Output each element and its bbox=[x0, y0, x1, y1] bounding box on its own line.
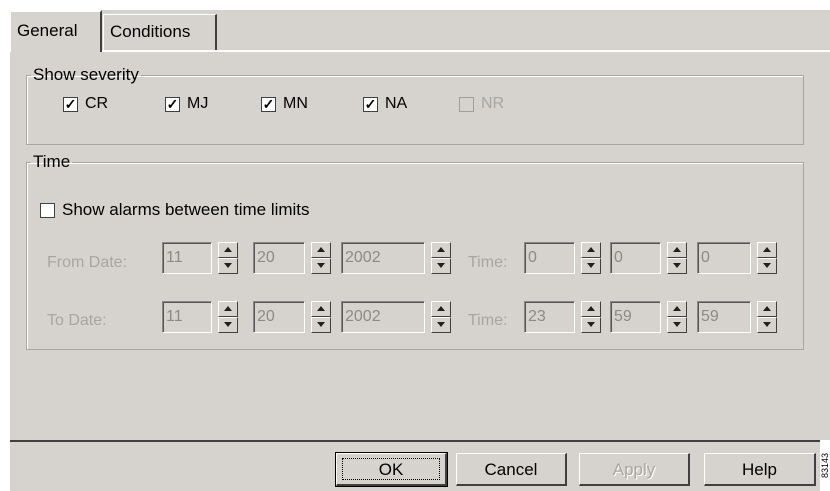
checkbox-unchecked-icon bbox=[459, 96, 474, 112]
from-year-spinner: 2002 bbox=[341, 242, 451, 274]
time-group: Time Show alarms between time limits Fro… bbox=[26, 152, 804, 350]
alarm-filter-dialog: General Conditions Show severity ✓ CR ✓ … bbox=[10, 10, 830, 491]
from-day-spinner: 20 bbox=[253, 242, 331, 274]
general-tab-panel: Show severity ✓ CR ✓ MJ ✓ MN ✓ NA NR Tim… bbox=[10, 50, 830, 440]
spin-arrows-icon[interactable] bbox=[431, 242, 451, 274]
show-alarms-time-limits-checkbox[interactable]: Show alarms between time limits bbox=[40, 200, 310, 220]
severity-mj-label: MJ bbox=[187, 95, 209, 112]
checkbox-checked-icon: ✓ bbox=[261, 95, 276, 112]
spin-arrows-icon[interactable] bbox=[218, 301, 238, 333]
to-second-spinner: 59 bbox=[697, 301, 777, 333]
severity-cr-checkbox[interactable]: ✓ CR bbox=[63, 95, 108, 113]
severity-mn-label: MN bbox=[283, 95, 308, 112]
cancel-button-label: Cancel bbox=[484, 460, 538, 479]
figure-id-mark: 83143 bbox=[820, 440, 830, 491]
spin-arrows-icon[interactable] bbox=[667, 301, 687, 333]
time-title: Time bbox=[33, 152, 71, 171]
show-alarms-time-limits-label: Show alarms between time limits bbox=[62, 200, 310, 219]
to-second-input[interactable]: 59 bbox=[697, 301, 751, 333]
ok-button[interactable]: OK bbox=[335, 452, 448, 487]
spin-arrows-icon[interactable] bbox=[581, 301, 601, 333]
severity-cr-label: CR bbox=[85, 95, 109, 112]
to-hour-input[interactable]: 23 bbox=[524, 301, 575, 333]
focus-ring bbox=[342, 458, 440, 480]
apply-button[interactable]: Apply bbox=[579, 453, 690, 486]
spin-arrows-icon[interactable] bbox=[757, 242, 777, 274]
from-day-input[interactable]: 20 bbox=[253, 242, 305, 274]
severity-na-label: NA bbox=[385, 95, 408, 112]
severity-nr-checkbox[interactable]: NR bbox=[459, 95, 504, 113]
to-year-input[interactable]: 2002 bbox=[341, 301, 425, 333]
severity-mj-checkbox[interactable]: ✓ MJ bbox=[165, 95, 208, 113]
to-minute-spinner: 59 bbox=[610, 301, 687, 333]
severity-na-checkbox[interactable]: ✓ NA bbox=[363, 95, 407, 113]
to-month-input[interactable]: 11 bbox=[162, 301, 212, 333]
spin-arrows-icon[interactable] bbox=[218, 242, 238, 274]
to-day-input[interactable]: 20 bbox=[253, 301, 305, 333]
from-month-input[interactable]: 11 bbox=[162, 242, 212, 274]
checkbox-checked-icon: ✓ bbox=[363, 95, 378, 112]
to-minute-input[interactable]: 59 bbox=[610, 301, 661, 333]
show-severity-title: Show severity bbox=[33, 65, 139, 84]
from-second-input[interactable]: 0 bbox=[697, 242, 751, 274]
spin-arrows-icon[interactable] bbox=[581, 242, 601, 274]
to-hour-spinner: 23 bbox=[524, 301, 601, 333]
dialog-button-bar: OK Cancel Apply Help bbox=[10, 440, 830, 491]
from-year-input[interactable]: 2002 bbox=[341, 242, 425, 274]
to-date-label: To Date: bbox=[47, 312, 107, 329]
from-second-spinner: 0 bbox=[697, 242, 777, 274]
checkbox-checked-icon: ✓ bbox=[165, 95, 180, 112]
tab-general[interactable]: General bbox=[10, 10, 102, 52]
from-hour-spinner: 0 bbox=[524, 242, 601, 274]
help-button[interactable]: Help bbox=[704, 453, 816, 486]
from-minute-spinner: 0 bbox=[610, 242, 687, 274]
spin-arrows-icon[interactable] bbox=[431, 301, 451, 333]
to-time-label: Time: bbox=[468, 312, 508, 329]
from-month-spinner: 11 bbox=[162, 242, 238, 274]
spin-arrows-icon[interactable] bbox=[757, 301, 777, 333]
spin-arrows-icon[interactable] bbox=[667, 242, 687, 274]
to-day-spinner: 20 bbox=[253, 301, 331, 333]
apply-button-label: Apply bbox=[612, 460, 656, 479]
severity-nr-label: NR bbox=[481, 95, 505, 112]
from-time-label: Time: bbox=[468, 254, 508, 271]
spin-arrows-icon[interactable] bbox=[311, 301, 331, 333]
checkbox-unchecked-icon bbox=[40, 202, 55, 218]
cancel-button[interactable]: Cancel bbox=[456, 453, 567, 486]
spin-arrows-icon[interactable] bbox=[311, 242, 331, 274]
from-date-label: From Date: bbox=[47, 254, 128, 271]
to-year-spinner: 2002 bbox=[341, 301, 451, 333]
severity-mn-checkbox[interactable]: ✓ MN bbox=[261, 95, 308, 113]
from-minute-input[interactable]: 0 bbox=[610, 242, 661, 274]
checkbox-checked-icon: ✓ bbox=[63, 95, 78, 112]
help-button-label: Help bbox=[742, 460, 777, 479]
tab-conditions[interactable]: Conditions bbox=[103, 14, 217, 50]
from-hour-input[interactable]: 0 bbox=[524, 242, 575, 274]
to-month-spinner: 11 bbox=[162, 301, 238, 333]
show-severity-group: Show severity ✓ CR ✓ MJ ✓ MN ✓ NA NR bbox=[26, 65, 804, 145]
